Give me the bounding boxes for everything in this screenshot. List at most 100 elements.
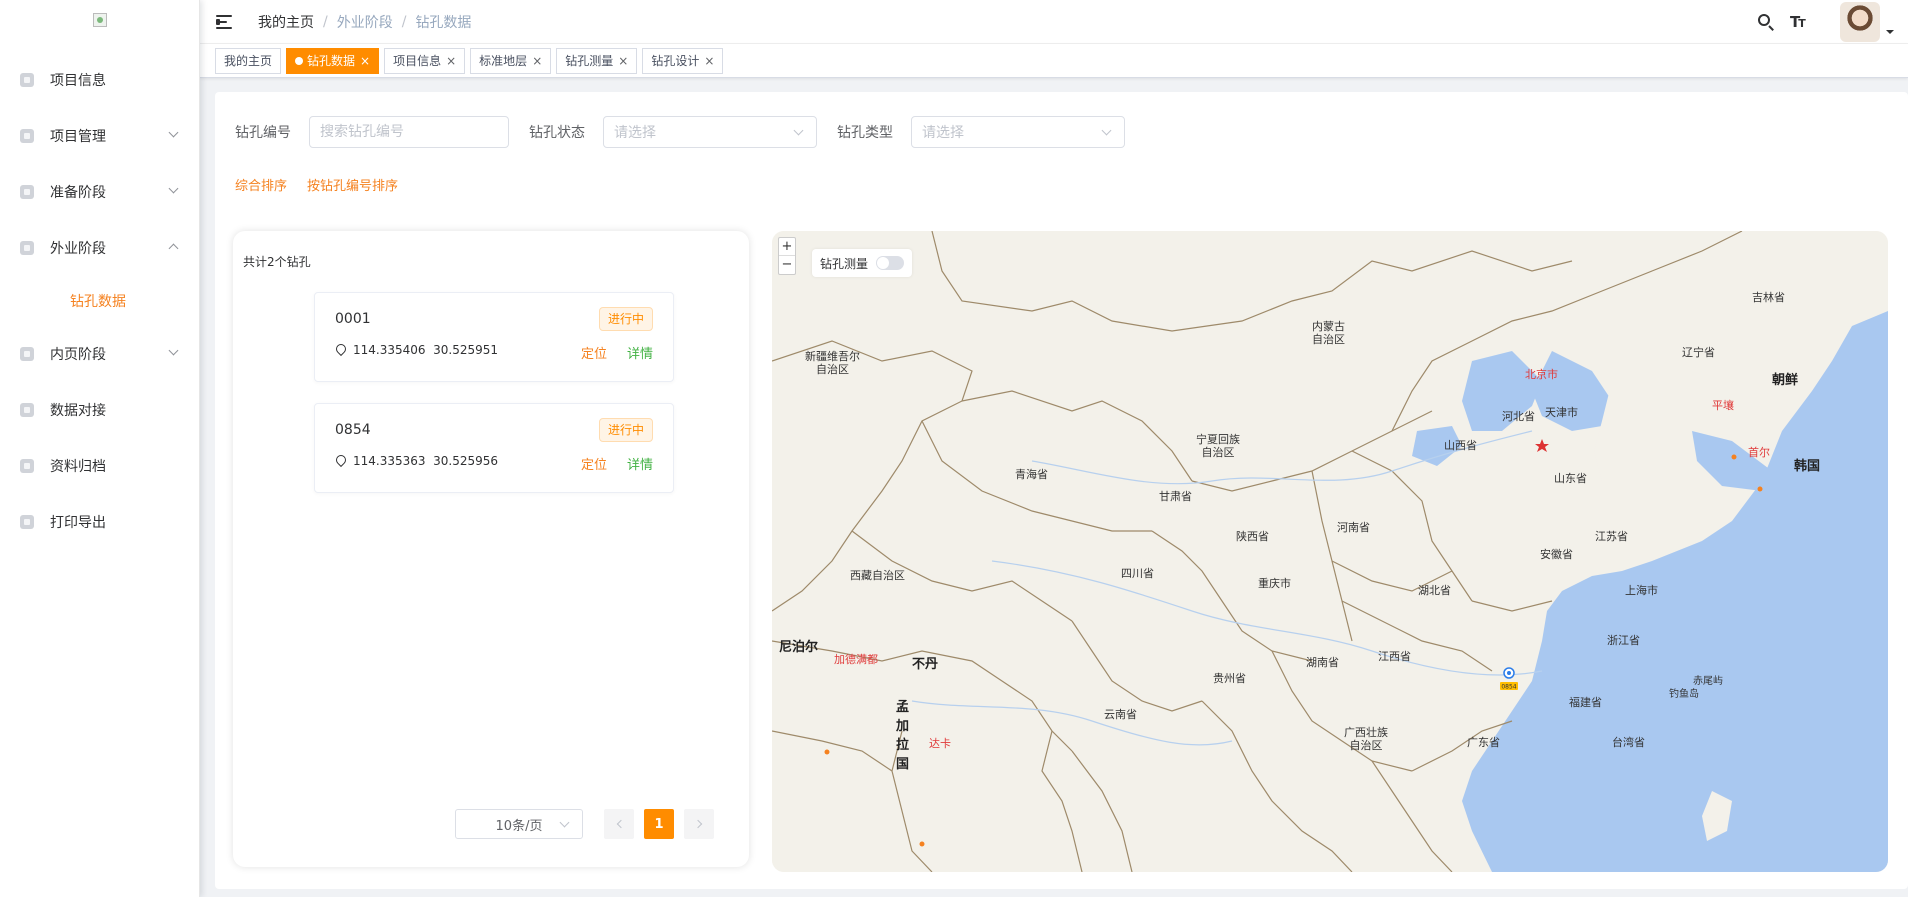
- tag-label: 项目信息: [393, 53, 442, 68]
- layer-toggle: 钻孔测量: [812, 249, 913, 277]
- status-select[interactable]: 请选择: [603, 116, 817, 148]
- tag-borehole-data[interactable]: 钻孔数据 ×: [286, 47, 380, 74]
- locate-link[interactable]: 定位: [581, 454, 607, 473]
- map-label: 山西省: [1444, 439, 1477, 452]
- map-label: 天津市: [1545, 406, 1578, 419]
- map-label: 达卡: [929, 737, 951, 750]
- map-label: 湖北省: [1418, 584, 1451, 597]
- type-label: 钻孔类型: [837, 125, 893, 141]
- close-icon[interactable]: ×: [360, 49, 370, 73]
- sidebar-item-project-management[interactable]: 项目管理: [0, 108, 199, 164]
- type-select-placeholder: 请选择: [922, 125, 964, 141]
- page-size-value: 10条/页: [495, 818, 543, 834]
- logo[interactable]: [0, 0, 199, 40]
- locate-link[interactable]: 定位: [581, 343, 607, 362]
- sidebar-item-print-export[interactable]: 打印导出: [0, 494, 199, 550]
- chevron-right-icon: [693, 819, 702, 829]
- type-select[interactable]: 请选择: [911, 116, 1125, 148]
- page-size-select[interactable]: 10条/页: [455, 809, 583, 839]
- sidebar-item-field-stage[interactable]: 外业阶段: [0, 220, 199, 276]
- close-icon[interactable]: ×: [532, 49, 542, 73]
- caret-down-icon[interactable]: [1886, 30, 1894, 34]
- header-actions: TT: [1756, 0, 1908, 44]
- sidebar-item-interior-stage[interactable]: 内页阶段: [0, 326, 199, 382]
- top-header: 我的主页 / 外业阶段 / 钻孔数据 TT: [200, 0, 1908, 44]
- sidebar-item-label: 准备阶段: [50, 185, 106, 201]
- map-label: 重庆市: [1258, 577, 1291, 590]
- avatar[interactable]: [1840, 2, 1880, 42]
- tag-standard-strata[interactable]: 标准地层 ×: [470, 47, 552, 74]
- sort-by-borehole-no[interactable]: 按钻孔编号排序: [307, 175, 398, 194]
- detail-link[interactable]: 详情: [627, 343, 653, 362]
- sidebar-item-archive[interactable]: 资料归档: [0, 438, 199, 494]
- close-icon[interactable]: ×: [446, 49, 456, 73]
- menu-icon: [20, 515, 34, 529]
- sidebar-item-label: 资料归档: [50, 459, 106, 475]
- map-view[interactable]: 0854 + − 钻孔测量 内蒙古 自治区 吉林省 辽宁省 朝鲜 新疆维吾尔 自治区…: [772, 231, 1888, 872]
- layer-toggle-switch[interactable]: [876, 256, 905, 270]
- map-label: 内蒙古 自治区: [1312, 320, 1345, 346]
- borehole-card[interactable]: 0001 进行中 114.335406 30.525951 定位 详情: [314, 292, 674, 382]
- map-label: 陕西省: [1236, 530, 1269, 543]
- zoom-out-button[interactable]: −: [779, 256, 795, 274]
- sidebar-subitem-borehole-data[interactable]: 钻孔数据: [0, 276, 199, 326]
- main-content: 钻孔编号 钻孔状态 请选择 钻孔类型 请选择 综合排序 按钻孔编号排序 共计2个…: [215, 92, 1908, 889]
- sidebar-item-project-info[interactable]: 项目信息: [0, 52, 199, 108]
- breadcrumb-home[interactable]: 我的主页: [258, 12, 314, 32]
- page-number-button[interactable]: 1: [644, 809, 674, 839]
- map-label: 尼泊尔: [779, 640, 819, 655]
- sort-comprehensive[interactable]: 综合排序: [235, 175, 287, 194]
- chevron-up-icon: [168, 243, 179, 254]
- tag-label: 标准地层: [479, 53, 528, 68]
- status-badge: 进行中: [598, 307, 653, 331]
- tag-label: 钻孔设计: [651, 53, 700, 68]
- location-pin-icon: [335, 344, 345, 356]
- borehole-id: 0001: [335, 311, 371, 327]
- borehole-no-label: 钻孔编号: [235, 125, 291, 141]
- menu-toggle-icon[interactable]: [216, 14, 234, 30]
- chevron-down-icon: [793, 125, 804, 136]
- borehole-card[interactable]: 0854 进行中 114.335363 30.525956 定位 详情: [314, 403, 674, 493]
- menu-icon: [20, 459, 34, 473]
- close-icon[interactable]: ×: [704, 49, 714, 73]
- zoom-in-button[interactable]: +: [779, 238, 795, 256]
- chevron-left-icon: [616, 819, 625, 829]
- active-dot-icon: [295, 56, 304, 65]
- map-label: 浙江省: [1607, 634, 1640, 647]
- sidebar-item-preparation[interactable]: 准备阶段: [0, 164, 199, 220]
- sidebar-menu: 项目信息 项目管理 准备阶段 外业阶段 钻孔数据 内页阶段 数据对接 资料归档 …: [0, 40, 199, 550]
- tag-home[interactable]: 我的主页: [215, 47, 282, 74]
- breadcrumb-field-stage: 外业阶段: [336, 14, 393, 31]
- sidebar-item-label: 打印导出: [50, 515, 106, 531]
- menu-icon: [20, 73, 34, 87]
- map-label: 上海市: [1625, 584, 1658, 597]
- map-label: 云南省: [1104, 708, 1137, 721]
- map-label: 江西省: [1378, 650, 1411, 663]
- map-label: 江苏省: [1595, 530, 1628, 543]
- borehole-count: 共计2个钻孔: [243, 255, 311, 269]
- prev-page-button[interactable]: [604, 809, 634, 839]
- close-icon[interactable]: ×: [618, 49, 628, 73]
- sidebar-item-data-integration[interactable]: 数据对接: [0, 382, 199, 438]
- borehole-marker-label: 0854: [1501, 684, 1516, 691]
- menu-icon: [20, 403, 34, 417]
- pagination: 10条/页 1: [455, 809, 719, 839]
- tag-borehole-design[interactable]: 钻孔设计 ×: [642, 47, 724, 74]
- chevron-down-icon: [168, 345, 179, 356]
- tag-borehole-survey[interactable]: 钻孔测量 ×: [556, 47, 638, 74]
- next-page-button[interactable]: [684, 809, 714, 839]
- borehole-list-panel: 共计2个钻孔 0001 进行中 114.335406 30.525951 定位 …: [233, 231, 749, 867]
- detail-link[interactable]: 详情: [627, 454, 653, 473]
- font-size-icon[interactable]: TT: [1790, 12, 1810, 32]
- menu-icon: [20, 129, 34, 143]
- map-label: 青海省: [1015, 468, 1048, 481]
- borehole-no-input[interactable]: [309, 116, 509, 148]
- search-icon[interactable]: [1756, 12, 1776, 32]
- map-label: 河北省: [1502, 410, 1535, 423]
- map-label: 广西壮族 自治区: [1344, 726, 1388, 752]
- map-label: 贵州省: [1213, 672, 1246, 685]
- chevron-down-icon: [168, 183, 179, 194]
- breadcrumb-current: 钻孔数据: [415, 14, 472, 31]
- map-label: 新疆维吾尔 自治区: [805, 350, 860, 376]
- tag-project-info[interactable]: 项目信息 ×: [384, 47, 466, 74]
